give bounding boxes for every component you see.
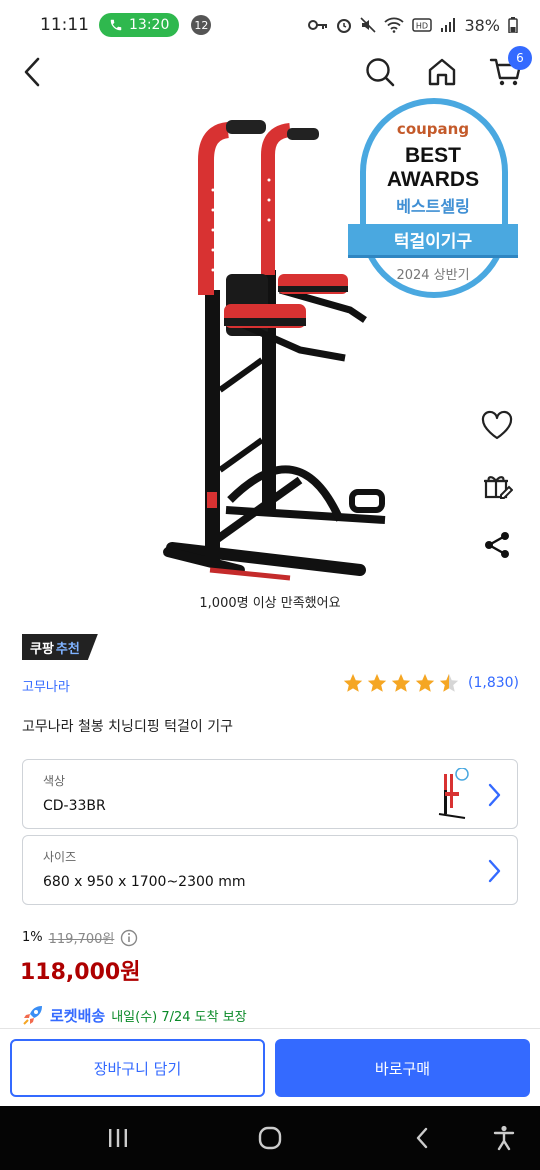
hd-voice-icon: HD [412,18,433,32]
coupang-recommend-badge: 쿠팡 추천 [22,634,98,660]
award-line-bestselling: 베스트셀링 [396,197,470,216]
rocket-delivery-label: 로켓배송 [50,1006,106,1025]
share-button[interactable] [476,524,518,566]
ongoing-call-pill[interactable]: 13:20 [99,13,180,37]
chevron-right-icon [488,859,501,883]
heart-icon [481,410,513,440]
option-value: 680 x 950 x 1700~2300 mm [43,874,246,890]
award-line-best: BEST [404,144,461,167]
status-time: 11:11 [40,15,89,35]
bottom-action-bar: 장바구니 담기 바로구매 [0,1028,540,1106]
delivery-info: 로켓배송 내일(수) 7/24 도착 보장 [22,1004,247,1026]
brand-link[interactable]: 고무나라 [22,676,70,695]
search-icon [366,58,395,87]
add-to-cart-button[interactable]: 장바구니 담기 [10,1039,265,1097]
review-count[interactable]: (1,830) [468,675,519,691]
notification-count-badge: 12 [191,15,212,35]
half-star-icon [439,673,459,692]
discount-row: 1% 119,700원 [22,928,138,947]
status-icons: HD 38% [308,16,518,35]
delivery-eta: 내일(수) 7/24 도착 보장 [111,1009,247,1025]
cart-count-badge: 6 [508,46,532,70]
key-icon [308,20,328,30]
system-navigation-bar [0,1106,540,1170]
home-button[interactable] [422,52,462,92]
battery-icon [508,17,518,33]
recent-apps-icon [109,1129,127,1147]
option-label: 색상 [43,774,66,788]
badge-accent-text: 추천 [55,641,80,657]
recent-apps-button[interactable] [98,1118,138,1158]
award-line-awards: AWARDS [386,168,480,191]
call-duration: 13:20 [129,17,170,33]
rocket-icon [23,1006,42,1025]
discount-rate: 1% [22,930,43,945]
phone-icon [110,19,122,31]
original-price: 119,700원 [48,932,115,947]
alarm-icon [337,19,352,33]
cart-button[interactable]: 6 [486,46,532,92]
top-nav: 6 [0,46,540,96]
accessibility-button[interactable] [484,1118,524,1158]
wishlist-button[interactable] [476,404,518,446]
system-back-button[interactable] [402,1118,442,1158]
star-icon [343,673,363,692]
rating-stars[interactable]: (1,830) [342,672,519,694]
star-icon [391,673,411,692]
accessibility-icon [493,1125,515,1151]
option-color-selector[interactable]: 색상 CD-33BR [22,759,518,829]
system-home-button[interactable] [250,1118,290,1158]
buy-now-button[interactable]: 바로구매 [275,1039,530,1097]
option-thumbnail [438,768,469,819]
home-icon [428,58,456,86]
star-icon [415,673,435,692]
gift-icon [484,476,513,499]
satisfaction-caption: 1,000명 이상 만족했어요 [199,596,341,611]
award-year: 2024 상반기 [396,268,470,283]
back-chevron-icon [416,1127,428,1149]
share-icon [485,532,509,558]
home-circle-icon [258,1126,282,1150]
option-value: CD-33BR [43,798,106,814]
option-label: 사이즈 [43,850,77,864]
product-title: 고무나라 철봉 치닝디핑 턱걸이 기구 [22,719,233,735]
back-button[interactable] [12,52,52,92]
battery-percent: 38% [464,15,500,35]
star-icon [367,673,387,692]
gift-button[interactable] [476,464,518,506]
back-arrow-icon [24,57,40,87]
sale-price: 118,000원 [20,960,141,985]
best-award-badge: coupang BEST AWARDS 베스트셀링 턱걸이기구 2024 상반기 [348,98,518,298]
award-brand: coupang [396,120,470,138]
badge-main-text: 쿠팡 [30,641,54,657]
option-size-selector[interactable]: 사이즈 680 x 950 x 1700~2300 mm [22,835,518,905]
chevron-right-icon [488,783,501,807]
search-button[interactable] [360,52,400,92]
svg-text:HD: HD [416,22,428,31]
award-ribbon: 턱걸이기구 [348,224,518,258]
info-icon[interactable] [120,929,138,947]
wifi-icon [384,17,405,33]
mute-icon [360,17,377,33]
status-bar: 11:11 13:20 12 HD 38% [0,0,540,50]
signal-icon [441,18,456,32]
